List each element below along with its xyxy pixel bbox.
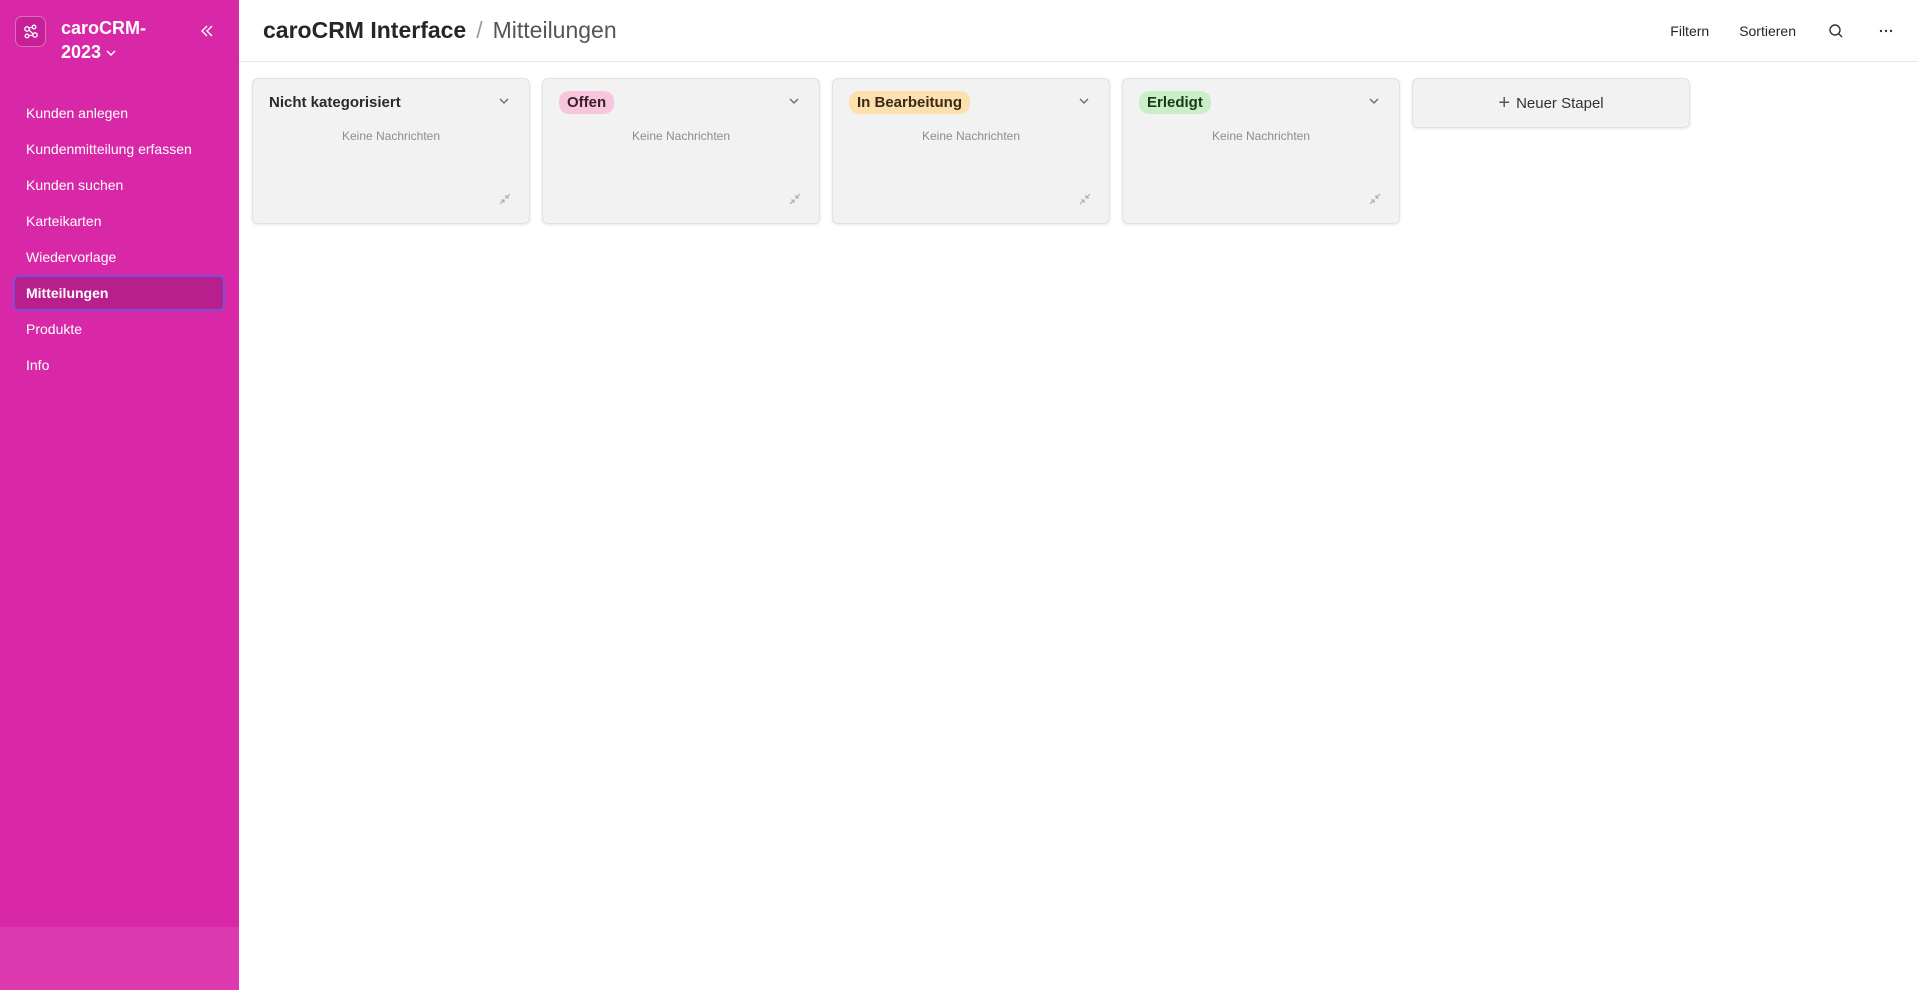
sidebar-item-label: Kundenmitteilung erfassen xyxy=(26,141,192,157)
new-stack-label: Neuer Stapel xyxy=(1516,94,1604,112)
sidebar-item-label: Produkte xyxy=(26,321,83,337)
app-root: caroCRM-2023 Kunden anlegen Kundenmittei… xyxy=(0,0,1918,990)
workspace-switcher[interactable]: caroCRM-2023 xyxy=(15,16,156,65)
chevron-down-icon[interactable] xyxy=(787,94,801,108)
sidebar-item-mitteilungen[interactable]: Mitteilungen xyxy=(13,275,225,311)
breadcrumb-app[interactable]: caroCRM Interface xyxy=(263,17,466,44)
breadcrumb-separator: / xyxy=(476,17,483,43)
collapse-arrows-icon[interactable] xyxy=(499,193,511,205)
sidebar-item-label: Karteikarten xyxy=(26,213,102,229)
column-header: Nicht kategorisiert xyxy=(253,79,529,125)
sidebar-item-info[interactable]: Info xyxy=(13,347,225,383)
chevron-down-icon xyxy=(105,41,117,65)
sidebar-item-produkte[interactable]: Produkte xyxy=(13,311,225,347)
top-bar: caroCRM Interface / Mitteilungen Filtern… xyxy=(239,0,1918,62)
collapse-arrows-icon[interactable] xyxy=(1369,193,1381,205)
status-badge: In Bearbeitung xyxy=(849,90,971,114)
sort-button[interactable]: Sortieren xyxy=(1739,23,1796,39)
kanban-column-nicht-kategorisiert[interactable]: Nicht kategorisiert Keine Nachrichten xyxy=(252,78,530,224)
kanban-column-in-bearbeitung[interactable]: In Bearbeitung Keine Nachrichten xyxy=(832,78,1110,224)
collapse-arrows-icon[interactable] xyxy=(789,193,801,205)
kanban-board: Nicht kategorisiert Keine Nachrichten Of… xyxy=(252,78,1690,224)
sidebar-item-label: Kunden suchen xyxy=(26,177,124,193)
search-icon[interactable] xyxy=(1826,21,1846,41)
sidebar-item-wiedervorlage[interactable]: Wiedervorlage xyxy=(13,239,225,275)
collapse-arrows-icon[interactable] xyxy=(1079,193,1091,205)
kanban-column-erledigt[interactable]: Erledigt Keine Nachrichten xyxy=(1122,78,1400,224)
empty-state-text: Keine Nachrichten xyxy=(341,129,441,143)
chevron-down-icon[interactable] xyxy=(1367,94,1381,108)
status-badge: Offen xyxy=(559,90,615,114)
top-actions: Filtern Sortieren xyxy=(1640,0,1896,62)
column-title: Nicht kategorisiert xyxy=(269,93,401,111)
main-content: caroCRM Interface / Mitteilungen Filtern… xyxy=(239,0,1918,990)
collapse-sidebar-icon[interactable] xyxy=(196,20,218,42)
sidebar-footer xyxy=(0,927,239,990)
sidebar-item-kunden-anlegen[interactable]: Kunden anlegen xyxy=(13,95,225,131)
sidebar: caroCRM-2023 Kunden anlegen Kundenmittei… xyxy=(0,0,239,990)
plus-icon: + xyxy=(1498,92,1511,114)
more-options-icon[interactable] xyxy=(1876,21,1896,41)
empty-state-text: Keine Nachrichten xyxy=(631,129,731,143)
new-stack-button[interactable]: + Neuer Stapel xyxy=(1412,78,1690,128)
status-badge: Erledigt xyxy=(1139,90,1211,114)
page-title: Mitteilungen xyxy=(492,17,617,43)
chevron-down-icon[interactable] xyxy=(1077,94,1091,108)
sidebar-item-kundenmitteilung-erfassen[interactable]: Kundenmitteilung erfassen xyxy=(13,131,225,167)
sidebar-item-label: Info xyxy=(26,357,50,373)
chevron-down-icon[interactable] xyxy=(497,94,511,108)
sidebar-item-label: Mitteilungen xyxy=(26,285,109,301)
sidebar-item-label: Kunden anlegen xyxy=(26,105,128,121)
workspace-name-text: caroCRM-2023 xyxy=(61,18,147,62)
workspace-name[interactable]: caroCRM-2023 xyxy=(61,16,156,65)
filter-button[interactable]: Filtern xyxy=(1670,23,1709,39)
column-header: Offen xyxy=(543,79,819,125)
sidebar-item-kunden-suchen[interactable]: Kunden suchen xyxy=(13,167,225,203)
workspace-network-icon xyxy=(15,16,46,47)
empty-state-text: Keine Nachrichten xyxy=(921,129,1021,143)
empty-state-text: Keine Nachrichten xyxy=(1211,129,1311,143)
sidebar-item-label: Wiedervorlage xyxy=(26,249,117,265)
column-header: In Bearbeitung xyxy=(833,79,1109,125)
sidebar-item-karteikarten[interactable]: Karteikarten xyxy=(13,203,225,239)
column-header: Erledigt xyxy=(1123,79,1399,125)
kanban-column-offen[interactable]: Offen Keine Nachrichten xyxy=(542,78,820,224)
sidebar-nav: Kunden anlegen Kundenmitteilung erfassen… xyxy=(13,95,225,383)
